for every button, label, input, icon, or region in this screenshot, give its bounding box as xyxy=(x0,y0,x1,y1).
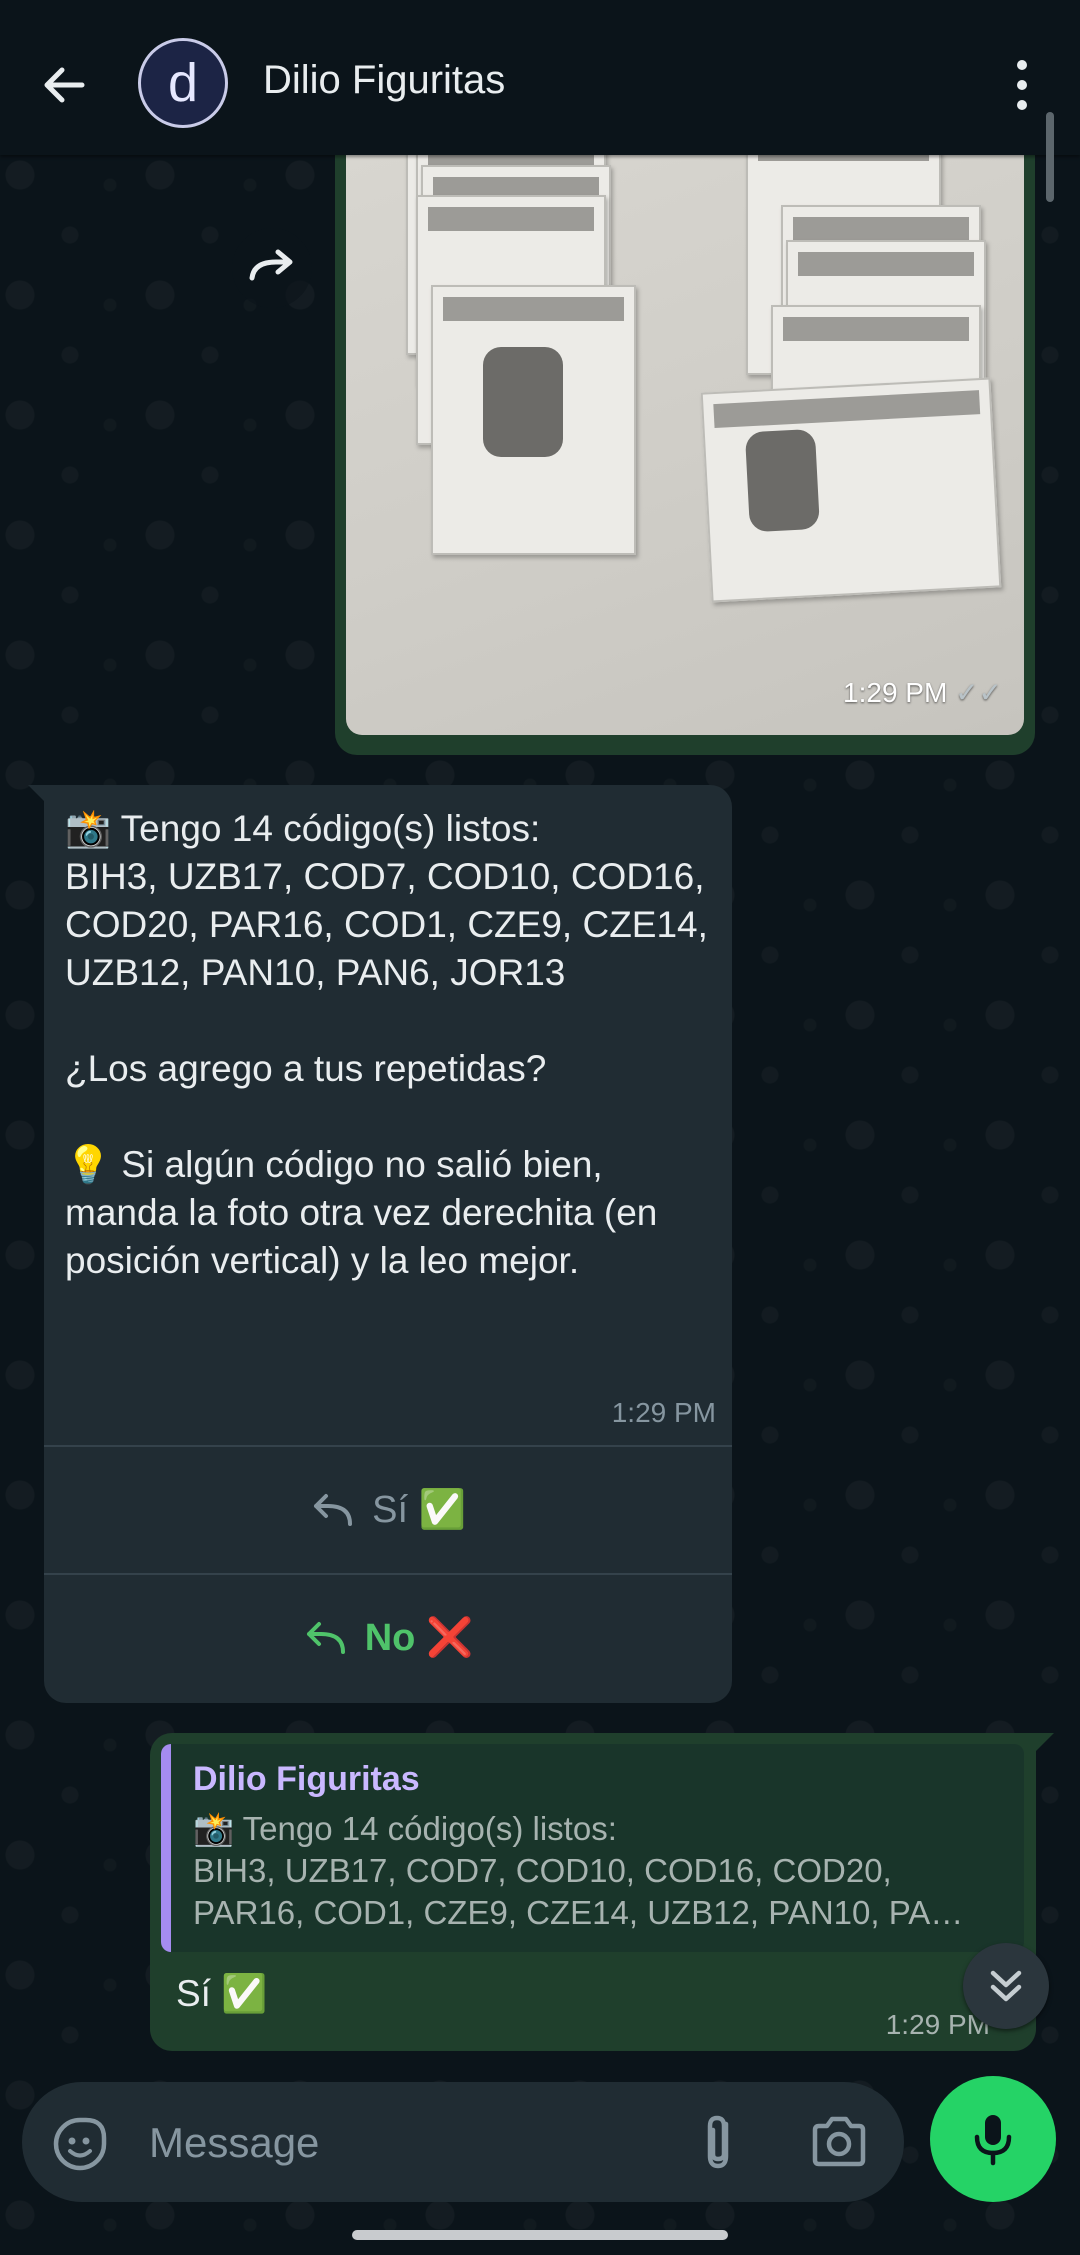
sticker-emoji-icon[interactable] xyxy=(52,2116,108,2172)
image-message[interactable]: 1:29 PM ✓✓ xyxy=(335,145,1035,755)
quick-reply-no-button[interactable]: No ❌ xyxy=(44,1575,732,1701)
quoted-message[interactable]: Dilio Figuritas 📸 Tengo 14 código(s) lis… xyxy=(161,1744,1024,1952)
paperclip-icon[interactable] xyxy=(690,2112,750,2174)
sticker-card xyxy=(431,285,636,555)
sticker-photo[interactable]: 1:29 PM ✓✓ xyxy=(346,145,1024,735)
microphone-button[interactable] xyxy=(930,2076,1056,2202)
scrollbar[interactable] xyxy=(1046,112,1054,202)
avatar[interactable]: d xyxy=(138,38,228,128)
message-input[interactable] xyxy=(147,2110,691,2176)
quick-reply-si-button[interactable]: Sí ✅ xyxy=(44,1447,732,1573)
quote-bar xyxy=(161,1744,171,1952)
reply-arrow-icon xyxy=(306,1622,345,1654)
quick-reply-label: No ❌ xyxy=(364,1617,474,1659)
sticker-card xyxy=(700,377,1002,603)
chat-header: d Dilio Figuritas xyxy=(0,0,1080,155)
incoming-message[interactable]: 📸 Tengo 14 código(s) listos: BIH3, UZB17… xyxy=(44,785,732,1703)
back-arrow-icon[interactable] xyxy=(30,50,100,120)
camera-icon[interactable] xyxy=(809,2114,869,2170)
avatar-letter: d xyxy=(167,53,199,113)
message-text: 📸 Tengo 14 código(s) listos: BIH3, UZB17… xyxy=(65,808,708,1281)
quick-reply-label: Sí ✅ xyxy=(372,1489,466,1531)
navigation-handle[interactable] xyxy=(352,2230,728,2240)
microphone-icon xyxy=(974,2115,1012,2166)
contact-name[interactable]: Dilio Figuritas xyxy=(263,58,505,103)
scroll-to-bottom-button[interactable] xyxy=(963,1943,1049,2029)
message-time: 1:29 PM ✓✓ xyxy=(843,677,1002,708)
message-text: Sí ✅ xyxy=(176,1973,268,2014)
bubble-tail xyxy=(1036,1733,1054,1751)
reply-arrow-icon xyxy=(314,1494,353,1526)
message-time: 1:29 PM xyxy=(611,1397,716,1428)
message-composer xyxy=(22,2082,904,2202)
outgoing-message[interactable]: Dilio Figuritas 📸 Tengo 14 código(s) lis… xyxy=(150,1733,1036,2051)
quoted-sender: Dilio Figuritas xyxy=(193,1760,420,1798)
quoted-text: 📸 Tengo 14 código(s) listos: BIH3, UZB17… xyxy=(193,1810,964,1931)
forward-icon[interactable] xyxy=(232,228,312,308)
more-options-icon[interactable] xyxy=(1000,55,1044,115)
double-chevron-down-icon xyxy=(990,1970,1022,2002)
